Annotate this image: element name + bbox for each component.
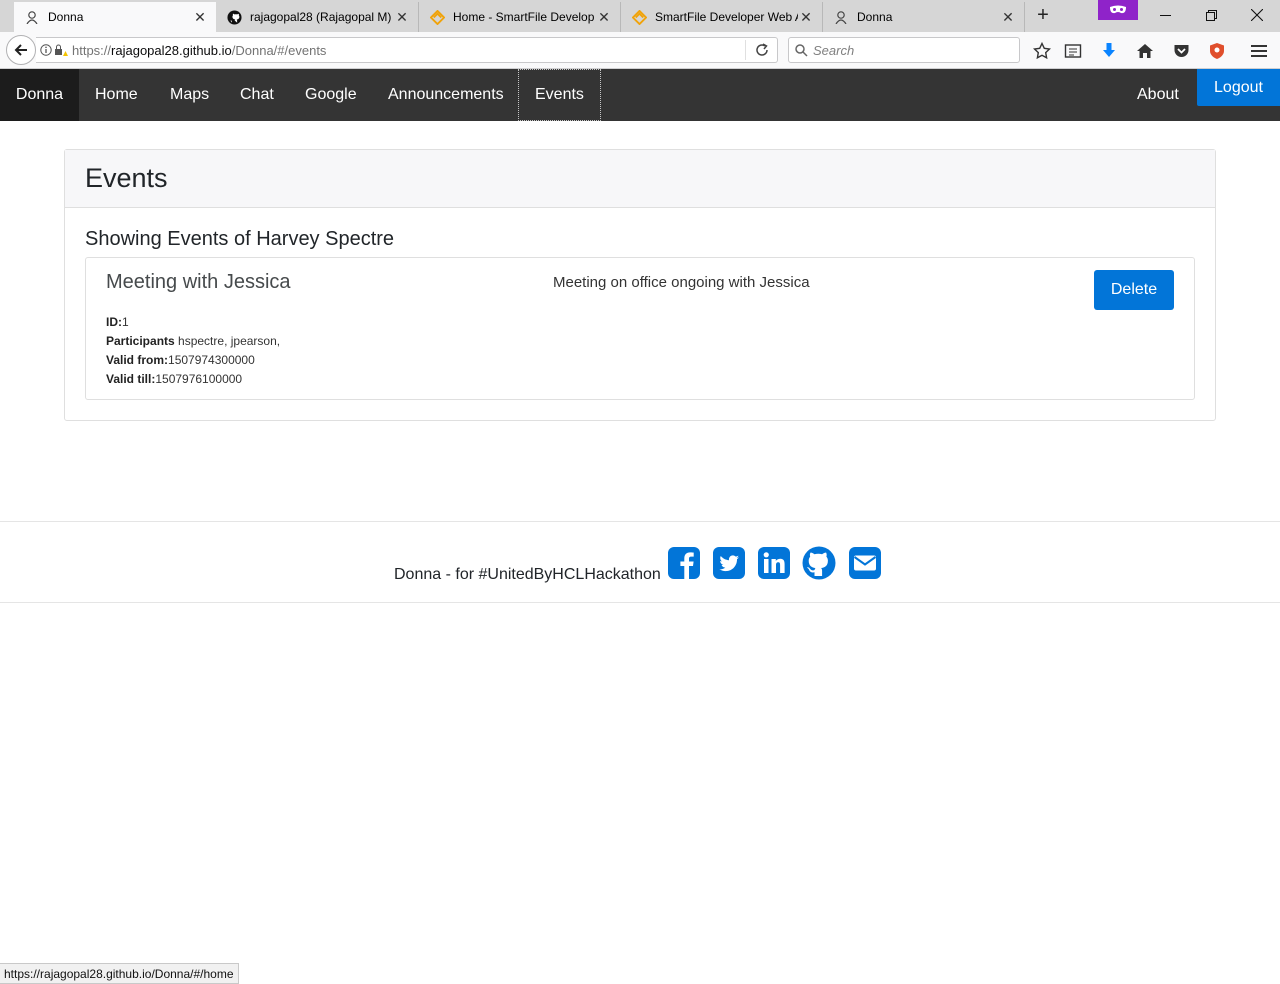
page-title: Events [65, 150, 1215, 208]
browser-toolbar: https://rajagopal28.github.io/Donna/#/ev… [0, 32, 1280, 69]
smartfile-favicon-icon [429, 9, 445, 25]
event-valid-from: 1507974300000 [168, 353, 255, 367]
close-tab-icon[interactable]: ✕ [1000, 9, 1016, 26]
close-tab-icon[interactable]: ✕ [596, 9, 612, 26]
browser-tab-donna-2[interactable]: Donna ✕ [823, 2, 1025, 32]
reading-list-icon[interactable] [1062, 40, 1084, 62]
nav-link-announcements[interactable]: Announcements [388, 69, 504, 121]
browser-tab-github[interactable]: rajagopal28 (Rajagopal M) ✕ [216, 2, 419, 32]
github-icon[interactable] [802, 546, 836, 580]
smartfile-favicon-icon [631, 9, 647, 25]
event-valid-till: 1507976100000 [155, 372, 243, 386]
status-bar-url: https://rajagopal28.github.io/Donna/#/ho… [0, 963, 239, 984]
github-favicon-icon [226, 9, 242, 25]
tab-title: SmartFile Developer Web A [655, 10, 798, 24]
events-card: Events Showing Events of Harvey Spectre … [64, 149, 1216, 421]
delete-event-button[interactable]: Delete [1094, 270, 1174, 310]
nav-link-google[interactable]: Google [305, 69, 357, 121]
donna-favicon-icon [833, 9, 849, 25]
close-tab-icon[interactable]: ✕ [798, 9, 814, 26]
nav-link-about[interactable]: About [1137, 69, 1179, 121]
close-tab-icon[interactable]: ✕ [192, 9, 208, 26]
envelope-icon[interactable] [848, 546, 882, 580]
event-title: Meeting with Jessica [106, 271, 291, 293]
navbar-brand[interactable]: Donna [0, 69, 79, 121]
tab-title: rajagopal28 (Rajagopal M) [250, 10, 392, 24]
event-valid-from-row: Valid from:1507974300000 [106, 353, 255, 367]
event-description: Meeting on office ongoing with Jessica [553, 274, 810, 291]
event-item: Meeting with Jessica Meeting on office o… [85, 257, 1195, 400]
footer-text: Donna - for #UnitedByHCLHackathon [394, 566, 661, 583]
nav-link-home[interactable]: Home [95, 69, 138, 121]
linkedin-icon[interactable] [757, 546, 791, 580]
minimize-window-button[interactable] [1142, 0, 1188, 30]
event-participants-row: Participants hspectre, jpearson, [106, 334, 281, 348]
reload-icon[interactable] [745, 40, 777, 60]
browser-tab-donna[interactable]: Donna ✕ [14, 2, 216, 32]
private-browsing-mask-icon [1098, 0, 1138, 20]
browser-tab-smartfile-home[interactable]: Home - SmartFile Develop ✕ [419, 2, 621, 32]
event-participants: hspectre, jpearson, [174, 334, 281, 348]
event-meta: ID:1 Participants hspectre, jpearson, Va… [106, 313, 280, 389]
search-placeholder: Search [813, 42, 855, 58]
donna-favicon-icon [24, 9, 40, 25]
event-valid-till-row: Valid till:1507976100000 [106, 372, 243, 386]
logout-button[interactable]: Logout [1197, 69, 1280, 106]
home-icon[interactable] [1134, 40, 1156, 62]
nav-link-chat[interactable]: Chat [240, 69, 274, 121]
events-subtitle: Showing Events of Harvey Spectre [85, 228, 395, 250]
close-tab-icon[interactable]: ✕ [394, 9, 410, 26]
downloads-icon[interactable] [1098, 40, 1120, 62]
tab-title: Donna [48, 10, 84, 24]
tab-title: Donna [857, 10, 893, 24]
url-text[interactable]: https://rajagopal28.github.io/Donna/#/ev… [72, 43, 745, 58]
restore-window-button[interactable] [1188, 0, 1234, 30]
hamburger-menu-icon[interactable] [1248, 40, 1270, 62]
search-icon [789, 43, 813, 57]
bookmark-star-icon[interactable] [1031, 40, 1053, 62]
address-bar[interactable]: https://rajagopal28.github.io/Donna/#/ev… [36, 37, 778, 63]
twitter-icon[interactable] [712, 546, 746, 580]
nav-link-maps[interactable]: Maps [170, 69, 209, 121]
nav-link-events[interactable]: Events [518, 69, 601, 121]
new-tab-button[interactable]: + [1030, 4, 1056, 28]
brave-shield-icon[interactable] [1206, 40, 1228, 62]
insecure-lock-icon [55, 44, 68, 56]
event-id: 1 [122, 315, 129, 329]
search-bar[interactable]: Search [788, 37, 1020, 63]
back-button[interactable] [6, 35, 36, 65]
pocket-icon[interactable] [1170, 40, 1192, 62]
browser-tab-smartfile-web[interactable]: SmartFile Developer Web A ✕ [621, 2, 823, 32]
browser-tab-strip: Donna ✕ rajagopal28 (Rajagopal M) ✕ Home… [0, 0, 1280, 32]
tab-title: Home - SmartFile Develop [453, 10, 595, 24]
site-navbar: Donna Home Maps Chat Google Announcement… [0, 69, 1280, 121]
site-identity-icon[interactable] [36, 44, 72, 57]
back-arrow-icon [14, 44, 27, 56]
facebook-icon[interactable] [667, 546, 701, 580]
close-window-button[interactable] [1234, 0, 1280, 30]
event-id-row: ID:1 [106, 315, 129, 329]
footer: Donna - for #UnitedByHCLHackathon [0, 521, 1280, 603]
